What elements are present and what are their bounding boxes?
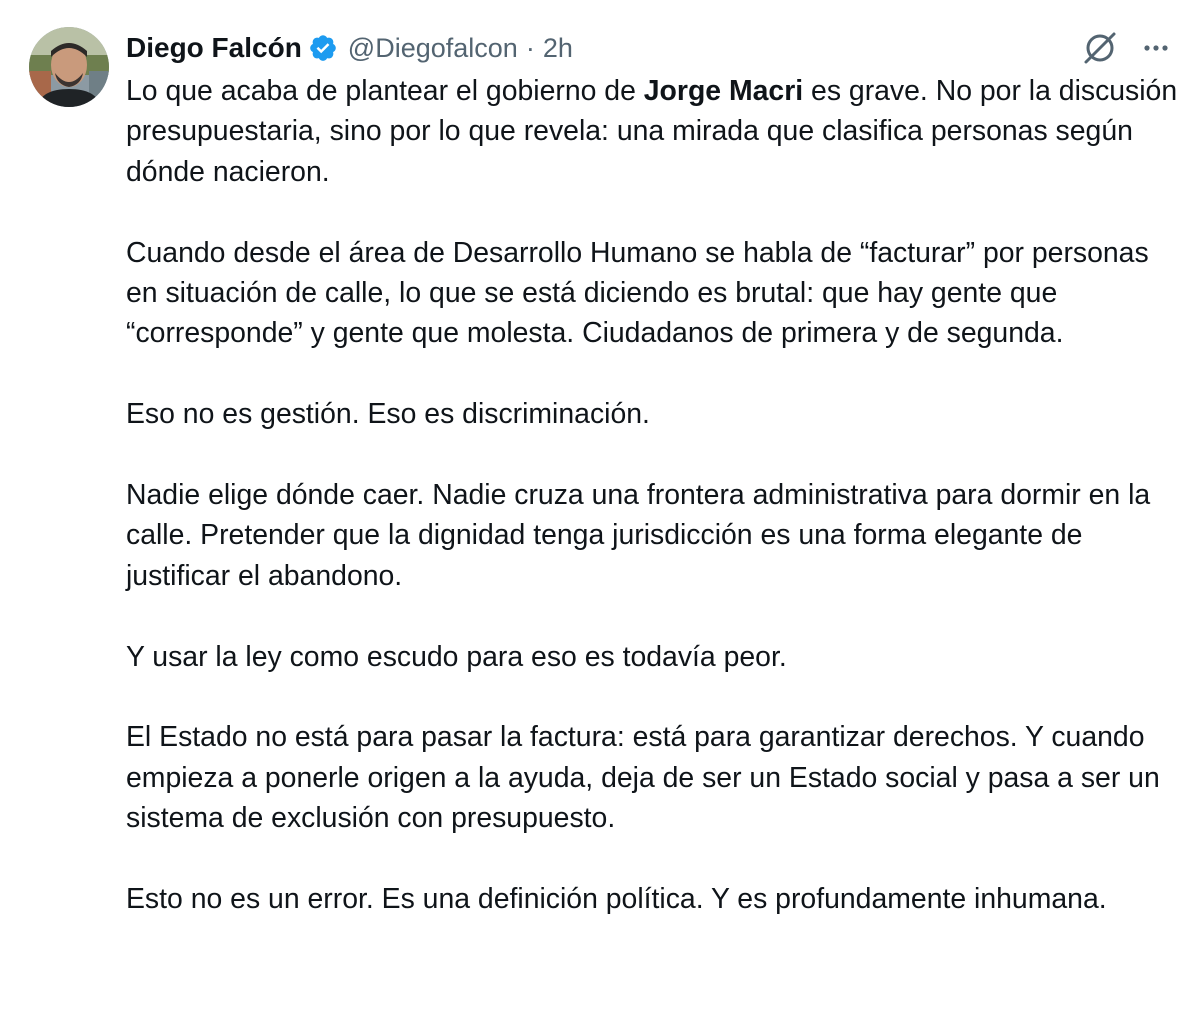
- tweet-paragraph-5: Y usar la ley como escudo para eso es to…: [126, 640, 787, 673]
- avatar-photo: [29, 27, 109, 107]
- tweet-paragraph-3: Eso no es gestión. Eso es discriminación…: [126, 398, 650, 431]
- tweet-text-segment: Lo que acaba de plantear el gobierno de: [126, 75, 644, 107]
- tweet-paragraph-6: El Estado no está para pasar la factura:…: [126, 721, 1160, 835]
- tweet-card: Diego Falcón @Diegofalcon · 2h Lo que ac…: [0, 0, 1200, 1016]
- grok-icon[interactable]: [1080, 28, 1120, 68]
- bold-name: Jorge Macri: [643, 75, 804, 107]
- header-separator: ·: [525, 32, 535, 63]
- verified-badge-icon[interactable]: [308, 33, 338, 63]
- avatar[interactable]: [29, 27, 109, 107]
- author-handle[interactable]: @Diegofalcon: [348, 33, 518, 64]
- tweet-header: Diego Falcón @Diegofalcon · 2h: [126, 28, 573, 68]
- tweet-paragraph-1: Lo que acaba de plantear el gobierno de …: [126, 71, 1186, 192]
- tweet-paragraph-2: Cuando desde el área de Desarrollo Human…: [126, 236, 1149, 350]
- tweet-timestamp[interactable]: 2h: [543, 33, 573, 64]
- tweet-paragraph-4: Nadie elige dónde caer. Nadie cruza una …: [126, 479, 1151, 592]
- tweet-paragraph-7: Esto no es un error. Es una definición p…: [126, 883, 1107, 916]
- author-display-name[interactable]: Diego Falcón: [126, 32, 302, 64]
- more-options-icon[interactable]: [1138, 30, 1174, 66]
- tweet-body: Lo que acaba de plantear el gobierno de …: [126, 71, 1186, 919]
